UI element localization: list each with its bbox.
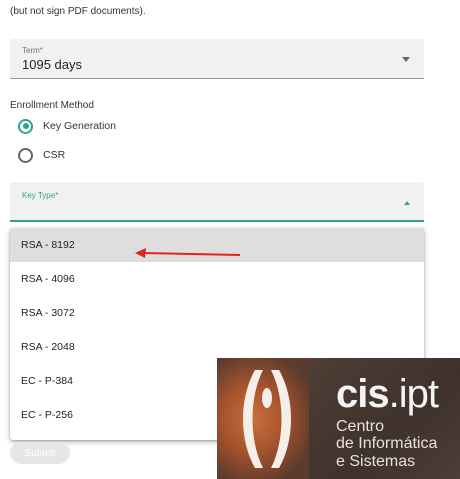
term-value: 1095 days (22, 57, 82, 72)
radio-unchecked-icon[interactable] (18, 147, 33, 163)
radio-csr[interactable]: CSR (18, 147, 65, 163)
submit-button[interactable]: Submit (10, 442, 70, 464)
logo-emblem (217, 358, 309, 479)
logo-line-2: de Informática (336, 435, 438, 452)
intro-text: (but not sign PDF documents). (10, 6, 146, 17)
logo-line-3: e Sistemas (336, 453, 416, 470)
radio-key-generation[interactable]: Key Generation (18, 118, 116, 134)
radio-key-generation-label: Key Generation (43, 120, 116, 132)
logo-line-1: Centro (336, 418, 385, 435)
chevron-up-icon (404, 201, 410, 205)
logo-brand: cis.ipt (336, 372, 439, 416)
term-select[interactable]: Term* 1095 days (10, 39, 424, 79)
annotation-arrow-icon (135, 248, 241, 258)
term-label: Term* (22, 46, 43, 55)
key-type-select[interactable]: Key Type* (10, 182, 424, 222)
cis-ipt-logo: cis.ipt Centro de Informática e Sistemas (217, 358, 460, 479)
radio-csr-label: CSR (43, 149, 66, 161)
menu-item-rsa-3072[interactable]: RSA - 3072 (10, 296, 424, 330)
enrollment-method-label: Enrollment Method (10, 100, 94, 111)
chevron-down-icon (402, 57, 410, 62)
menu-item-rsa-4096[interactable]: RSA - 4096 (10, 262, 424, 296)
key-type-label: Key Type* (22, 191, 59, 200)
radio-checked-icon[interactable] (18, 118, 33, 134)
